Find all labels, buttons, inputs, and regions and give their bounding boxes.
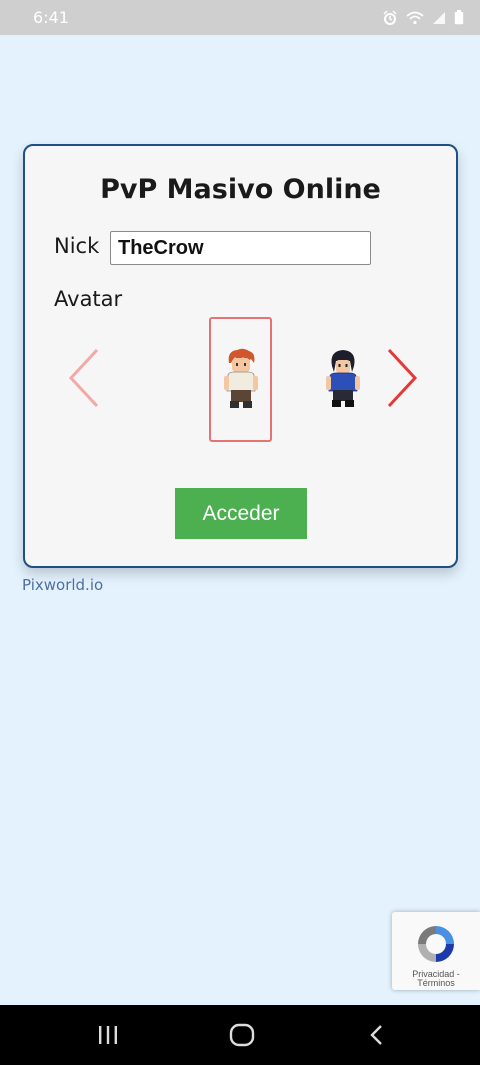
system-nav-bar [0, 1005, 480, 1065]
avatar-redhead-character-icon [223, 348, 258, 408]
status-icons [382, 9, 464, 26]
status-time: 6:41 [33, 8, 69, 27]
avatar-darkhaired-character-icon [326, 350, 360, 407]
signal-icon [433, 11, 445, 24]
avatar-option-next[interactable] [321, 346, 365, 412]
recaptcha-links[interactable]: Privacidad - Términos [392, 970, 480, 988]
nick-label: Nick [54, 234, 100, 258]
nick-input[interactable] [110, 231, 371, 265]
site-link[interactable]: Pixworld.io [22, 576, 103, 594]
back-icon[interactable] [366, 1023, 388, 1047]
battery-icon [454, 10, 464, 25]
avatar-label: Avatar [54, 287, 123, 311]
recaptcha-terms-link[interactable]: Términos [417, 978, 455, 988]
status-bar: 6:41 [0, 0, 480, 35]
previous-avatar-arrow-icon[interactable] [65, 346, 105, 410]
recent-apps-icon[interactable] [96, 1023, 120, 1047]
wifi-icon [406, 11, 424, 24]
recaptcha-icon [418, 926, 454, 962]
alarm-icon [383, 9, 397, 25]
home-icon[interactable] [229, 1023, 255, 1047]
page-title: PvP Masivo Online [100, 174, 381, 205]
next-avatar-arrow-icon[interactable] [381, 346, 421, 410]
access-button[interactable]: Acceder [175, 488, 307, 539]
login-card: PvP Masivo Online Nick Avatar [23, 144, 458, 568]
recaptcha-badge[interactable]: Privacidad - Términos [392, 912, 480, 990]
avatar-selected[interactable] [209, 317, 272, 442]
